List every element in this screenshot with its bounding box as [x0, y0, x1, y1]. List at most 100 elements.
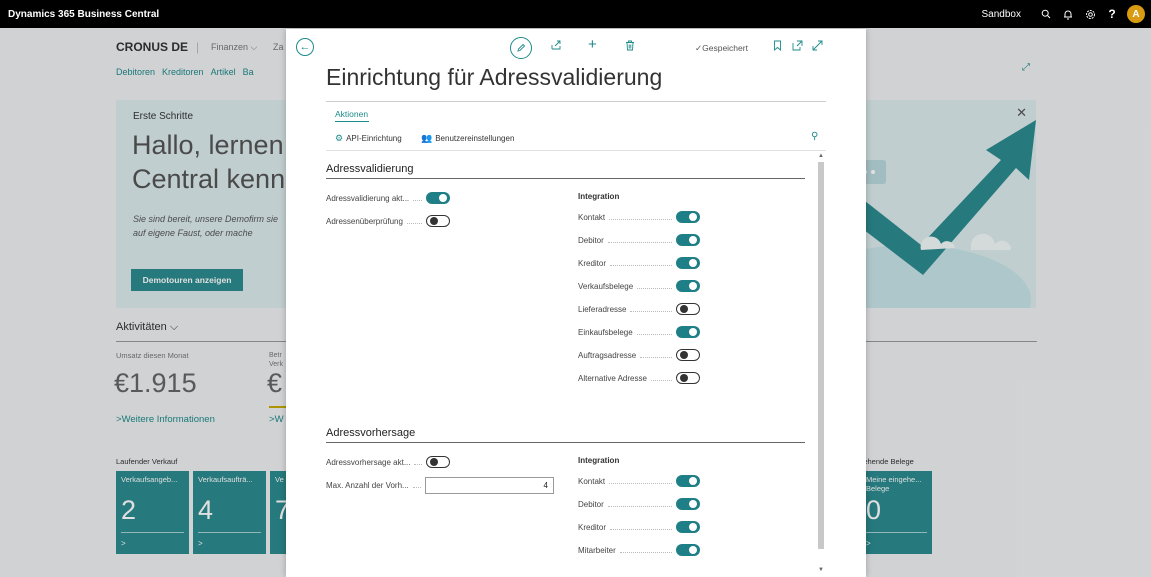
integration-title: Integration — [578, 456, 620, 465]
open-new-window-icon[interactable] — [792, 40, 803, 54]
field-label: Adressvalidierung akt... — [326, 193, 410, 203]
field-dots — [607, 501, 672, 507]
toggle-knob — [689, 477, 697, 485]
bookmark-icon[interactable] — [773, 40, 782, 54]
help-icon[interactable]: ? — [1101, 0, 1123, 28]
field-label: Debitor — [578, 235, 604, 245]
field-dots — [607, 237, 672, 243]
search-icon[interactable] — [1035, 0, 1057, 28]
field-prediction-kontakt: Kontakt — [578, 474, 700, 488]
toggle-integration-verkaufsbelege[interactable] — [676, 280, 700, 292]
max-predictions-input[interactable]: 4 — [425, 476, 554, 494]
toggle-address-prediction-active[interactable] — [426, 456, 450, 468]
bell-icon[interactable] — [1057, 0, 1079, 28]
field-integration-alternative-adresse: Alternative Adresse — [578, 371, 700, 385]
section-title-address-validation[interactable]: Adressvalidierung — [326, 163, 413, 175]
action-user-settings[interactable]: 👥 Benutzereinstellungen — [421, 133, 514, 144]
pencil-icon — [517, 43, 526, 52]
toggle-integration-kontakt[interactable] — [676, 211, 700, 223]
section-title-address-prediction[interactable]: Adressvorhersage — [326, 427, 415, 439]
tab-actions-underline — [335, 121, 369, 122]
toggle-knob — [689, 213, 697, 221]
toggle-prediction-mitarbeiter[interactable] — [676, 544, 700, 556]
field-dots — [609, 214, 672, 220]
add-icon[interactable]: + — [588, 36, 597, 53]
toggle-address-validation-active[interactable] — [426, 192, 450, 204]
arrow-left-icon: ← — [299, 41, 311, 53]
toggle-prediction-kontakt[interactable] — [676, 475, 700, 487]
edit-button[interactable] — [510, 37, 532, 59]
toggle-integration-einkaufsbelege[interactable] — [676, 326, 700, 338]
field-integration-einkaufsbelege: Einkaufsbelege — [578, 325, 700, 339]
field-dots — [406, 218, 422, 224]
toggle-integration-auftragsadresse[interactable] — [676, 349, 700, 361]
section-divider — [326, 442, 805, 443]
title-divider — [326, 101, 826, 102]
expand-icon[interactable] — [812, 40, 823, 54]
scroll-down-icon[interactable]: ▼ — [818, 567, 824, 573]
field-integration-verkaufsbelege: Verkaufsbelege — [578, 279, 700, 293]
toggle-knob — [689, 328, 697, 336]
field-dots — [640, 352, 672, 358]
toggle-prediction-debitor[interactable] — [676, 498, 700, 510]
action-user-settings-label: Benutzereinstellungen — [435, 134, 515, 143]
toggle-integration-kreditor[interactable] — [676, 257, 700, 269]
saved-status: ✓Gespeichert — [695, 43, 748, 54]
integration-title: Integration — [578, 192, 620, 201]
toggle-integration-alternative-adresse[interactable] — [676, 372, 700, 384]
top-bar-right: Sandbox ? A — [982, 0, 1145, 28]
toggle-knob — [680, 351, 688, 359]
field-label: Kreditor — [578, 258, 607, 268]
environment-label: Sandbox — [981, 8, 1021, 20]
toggle-knob — [430, 458, 438, 466]
field-prediction-kreditor: Kreditor — [578, 520, 700, 534]
field-integration-kontakt: Kontakt — [578, 210, 700, 224]
toggle-address-check[interactable] — [426, 215, 450, 227]
field-dots — [609, 478, 672, 484]
address-validation-setup-dialog: ← + ✓Gespeichert Einrichtung für Adressv… — [286, 29, 866, 577]
pin-icon[interactable]: ⚲ — [811, 131, 818, 142]
field-label: Alternative Adresse — [578, 373, 647, 383]
field-prediction-debitor: Debitor — [578, 497, 700, 511]
toggle-prediction-kreditor[interactable] — [676, 521, 700, 533]
field-address-prediction-active: Adressvorhersage akt... — [326, 455, 450, 469]
avatar[interactable]: A — [1127, 5, 1145, 23]
action-api-setup-label: API-Einrichtung — [346, 134, 402, 143]
toggle-integration-debitor[interactable] — [676, 234, 700, 246]
field-label: Einkaufsbelege — [578, 327, 633, 337]
field-label: Debitor — [578, 499, 604, 509]
api-setup-icon: ⚙ — [335, 133, 344, 143]
field-dots — [610, 524, 672, 530]
app-title[interactable]: Dynamics 365 Business Central — [8, 9, 159, 20]
field-label: Lieferadresse — [578, 304, 627, 314]
field-dots — [619, 547, 672, 553]
field-label: Adressvorhersage akt... — [326, 457, 411, 467]
toggle-knob — [680, 374, 688, 382]
trash-icon[interactable] — [625, 40, 635, 54]
field-dots — [637, 283, 672, 289]
field-dots — [413, 195, 422, 201]
actions-divider — [326, 150, 826, 151]
field-address-check: Adressenüberprüfung — [326, 214, 450, 228]
gear-icon[interactable] — [1079, 0, 1101, 28]
top-bar: Dynamics 365 Business Central Sandbox ? … — [0, 0, 1151, 28]
action-api-setup[interactable]: ⚙ API-Einrichtung — [335, 133, 402, 144]
back-button[interactable]: ← — [296, 38, 314, 56]
field-dots — [610, 260, 672, 266]
toggle-knob — [689, 282, 697, 290]
field-dots — [414, 459, 422, 465]
section-divider — [326, 178, 805, 179]
field-integration-lieferadresse: Lieferadresse — [578, 302, 700, 316]
share-icon[interactable] — [551, 40, 562, 54]
field-label: Adressenüberprüfung — [326, 216, 403, 226]
toggle-knob — [689, 500, 697, 508]
toggle-integration-lieferadresse[interactable] — [676, 303, 700, 315]
scrollbar-thumb[interactable] — [818, 162, 824, 549]
users-icon: 👥 — [421, 133, 433, 143]
field-dots — [630, 306, 672, 312]
scroll-up-icon[interactable]: ▲ — [818, 153, 824, 159]
toggle-knob — [689, 259, 697, 267]
field-dots — [636, 329, 672, 335]
tab-actions[interactable]: Aktionen — [335, 109, 368, 119]
field-label: Kontakt — [578, 212, 606, 222]
